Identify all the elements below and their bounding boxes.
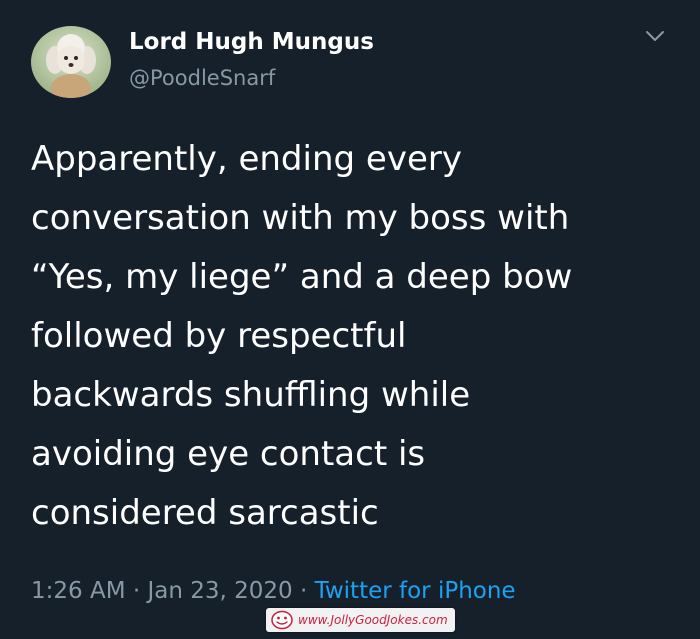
tweet-text-line: backwards shuffling while bbox=[31, 375, 471, 415]
meta-separator: · bbox=[132, 578, 148, 604]
smiley-face-icon bbox=[271, 610, 293, 630]
meta-separator: · bbox=[299, 578, 315, 604]
watermark: www.JollyGoodJokes.com bbox=[266, 608, 455, 632]
tweet-text-line: “Yes, my liege” and a deep bow bbox=[31, 257, 573, 297]
tweet-meta: 1:26 AM · Jan 23, 2020 · Twitter for iPh… bbox=[31, 575, 516, 607]
tweet-date[interactable]: Jan 23, 2020 bbox=[147, 578, 292, 604]
user-handle[interactable]: @PoodleSnarf bbox=[129, 64, 275, 92]
tweet-time[interactable]: 1:26 AM bbox=[31, 578, 126, 604]
tweet-text-line: considered sarcastic bbox=[31, 493, 379, 533]
tweet-card: Lord Hugh Mungus @PoodleSnarf Apparently… bbox=[0, 0, 700, 639]
tweet-source-link[interactable]: Twitter for iPhone bbox=[315, 578, 516, 604]
avatar[interactable] bbox=[31, 26, 111, 98]
tweet-text-line: followed by respectful bbox=[31, 316, 407, 356]
tweet-text-line: avoiding eye contact is bbox=[31, 434, 426, 474]
poodle-avatar-icon bbox=[31, 26, 111, 98]
tweet-text: Apparently, ending every conversation wi… bbox=[31, 130, 676, 543]
watermark-text: www.JollyGoodJokes.com bbox=[298, 613, 448, 627]
tweet-text-line: Apparently, ending every bbox=[31, 139, 462, 179]
display-name[interactable]: Lord Hugh Mungus bbox=[129, 28, 374, 56]
chevron-down-icon[interactable] bbox=[644, 28, 666, 44]
tweet-text-line: conversation with my boss with bbox=[31, 198, 570, 238]
